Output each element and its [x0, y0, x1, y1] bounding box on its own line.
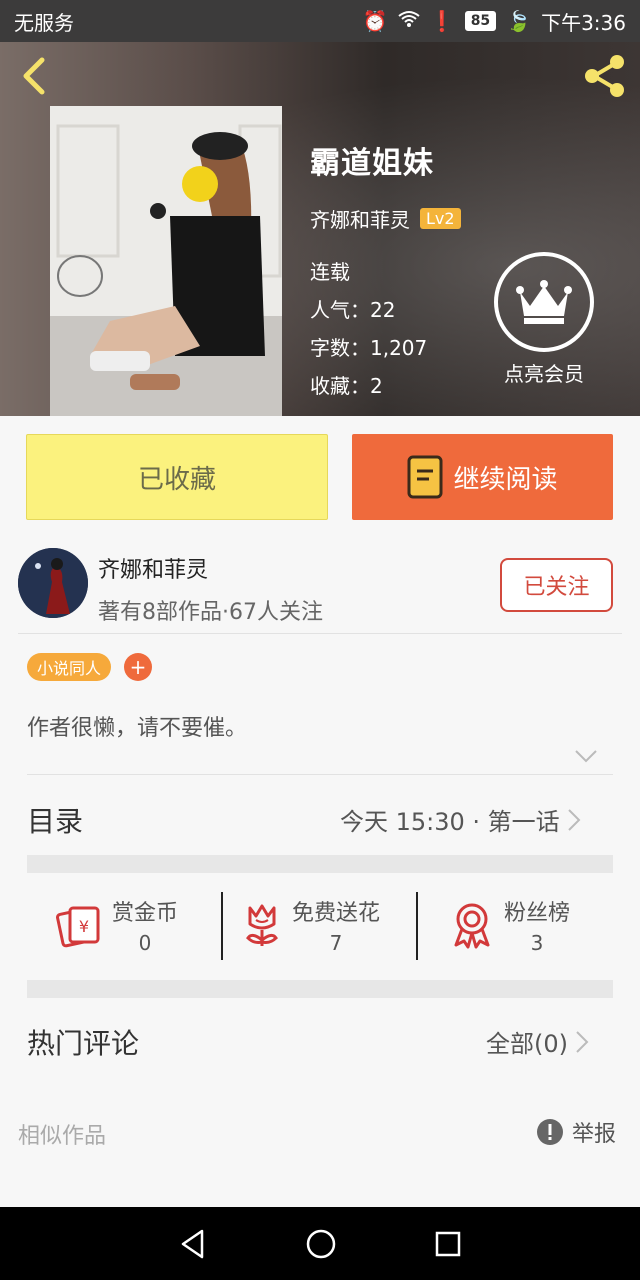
book-author[interactable]: 齐娜和菲灵 [310, 204, 410, 233]
wifi-icon [398, 9, 420, 33]
fan-ranking-button[interactable]: 粉丝榜 3 [450, 890, 570, 960]
recents-nav-icon[interactable] [434, 1230, 462, 1258]
level-badge: Lv2 [420, 208, 461, 229]
book-cover-image[interactable] [50, 106, 282, 416]
sim-alert-icon: ❗ [429, 9, 455, 33]
book-intro: 作者很懒，请不要催。 [27, 716, 248, 741]
divider [221, 892, 223, 960]
continue-reading-button[interactable]: 继续阅读 [352, 434, 613, 520]
chevron-right-icon [576, 1030, 589, 1053]
medal-icon [454, 903, 490, 949]
author-name: 齐娜和菲灵 [98, 558, 209, 583]
status-bar: 无服务 ⏰ ❗ 85 🍃 下午3:36 [0, 0, 640, 42]
divider [416, 892, 418, 960]
back-nav-icon[interactable] [178, 1228, 208, 1260]
add-tag-button[interactable]: + [124, 653, 152, 681]
clock-text: 下午3:36 [541, 10, 626, 35]
report-button[interactable]: 举报 [536, 1116, 616, 1148]
expand-intro-button[interactable] [574, 748, 598, 764]
chevron-left-icon [23, 57, 45, 95]
latest-chapter-text: 今天 15:30 · 第一话 [340, 808, 560, 836]
battery-indicator: 85 [464, 11, 497, 31]
all-comments-text: 全部(0) [486, 1030, 568, 1058]
divider [18, 633, 622, 634]
cover-photo [50, 106, 282, 416]
catalog-label[interactable]: 目录 [27, 800, 83, 840]
carrier-text: 无服务 [14, 10, 74, 35]
followed-button[interactable]: 已关注 [500, 558, 613, 612]
crown-icon [516, 280, 572, 324]
similar-works-label: 相似作品 [18, 1124, 107, 1149]
book-header: 霸道姐妹 齐娜和菲灵 Lv2 连载 人气：22 字数：1,207 收藏：2 点亮… [0, 42, 640, 416]
vip-label: 点亮会员 [504, 362, 584, 386]
vip-button[interactable]: 点亮会员 [493, 252, 595, 387]
tag-fanfic[interactable]: 小说同人 [27, 653, 112, 681]
chevron-right-icon [567, 808, 581, 831]
stat-label: 免费送花 [292, 901, 381, 926]
svg-text:¥: ¥ [79, 917, 89, 936]
red-envelope-icon: ¥ [56, 906, 100, 948]
favorited-button[interactable]: 已收藏 [26, 434, 328, 520]
leaf-icon: 🍃 [506, 9, 532, 33]
all-comments-link[interactable]: 全部(0) [486, 1024, 590, 1059]
stat-value: 3 [530, 931, 544, 955]
back-button[interactable] [16, 56, 56, 96]
section-separator [27, 855, 613, 873]
divider [27, 774, 613, 775]
system-navigation-bar [0, 1207, 640, 1280]
stat-value: 0 [138, 931, 152, 955]
reward-coins-button[interactable]: ¥ 赏金币 0 [56, 890, 178, 960]
book-title: 霸道姐妹 [310, 146, 434, 181]
author-stats: 著有8部作品·67人关注 [98, 600, 323, 625]
report-label: 举报 [572, 1122, 617, 1147]
share-button[interactable] [580, 52, 628, 100]
author-row[interactable]: 齐娜和菲灵 著有8部作品·67人关注 已关注 [0, 542, 640, 632]
continue-reading-label: 继续阅读 [453, 464, 558, 495]
send-flower-button[interactable]: 免费送花 7 [242, 890, 380, 960]
popularity-count: 人气：22 [310, 298, 396, 322]
share-icon [585, 55, 624, 97]
book-info: 霸道姐妹 齐娜和菲灵 Lv2 连载 人气：22 字数：1,207 收藏：2 [310, 138, 461, 405]
latest-chapter-link[interactable]: 今天 15:30 · 第一话 [340, 802, 582, 837]
hot-comments-label: 热门评论 [27, 1027, 140, 1060]
section-separator [27, 980, 613, 998]
flower-icon [246, 904, 278, 946]
book-icon [407, 455, 443, 499]
stat-label: 赏金币 [112, 901, 179, 926]
word-count: 字数：1,207 [310, 336, 428, 360]
alarm-icon: ⏰ [362, 9, 388, 33]
favorites-count: 收藏：2 [310, 374, 383, 398]
chevron-down-icon [575, 750, 597, 763]
stat-value: 7 [329, 931, 343, 955]
home-nav-icon[interactable] [305, 1228, 337, 1260]
stat-label: 粉丝榜 [504, 901, 571, 926]
author-avatar[interactable] [18, 548, 88, 618]
alert-icon [537, 1119, 563, 1145]
serial-status: 连载 [310, 260, 350, 284]
